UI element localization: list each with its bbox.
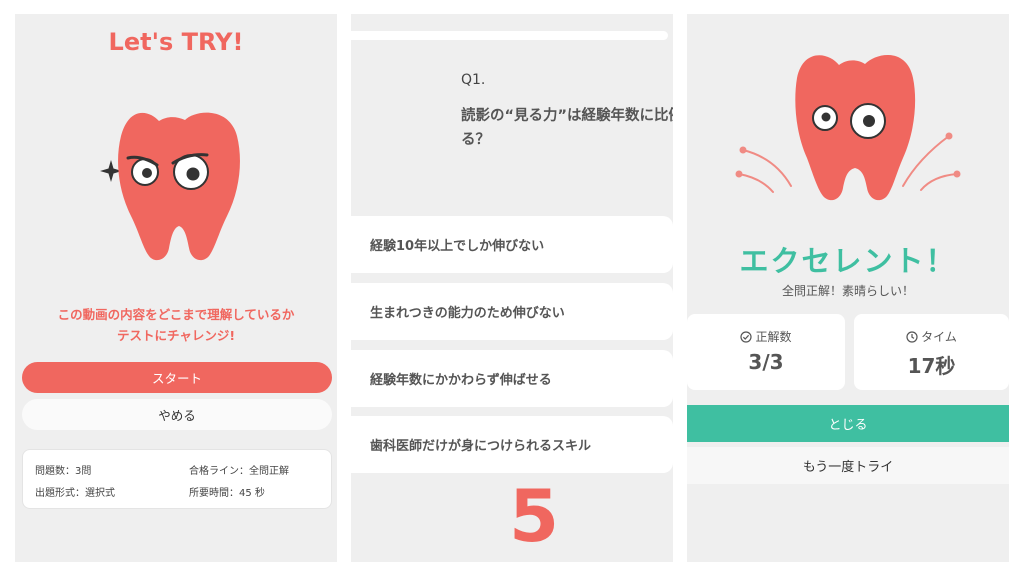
- format-text: 出題形式：選択式: [35, 488, 115, 499]
- intro-screen: Let's TRY! この動画の内容をどこまで理解しているか テストにチャレンジ…: [15, 14, 337, 562]
- progress-bar: [351, 31, 668, 40]
- result-screen: エクセレント！ 全問正解！素晴らしい！ 正解数 3/3 タイム 17秒 とじる …: [687, 14, 1009, 562]
- surprised-tooth-mascot: [735, 55, 961, 201]
- time-value: 17秒: [907, 354, 956, 378]
- time-card: タイム 17秒: [854, 314, 1009, 390]
- countdown-timer: 5: [508, 474, 560, 558]
- question-number: Q1.: [461, 72, 486, 88]
- choice-option-3[interactable]: 経験年数にかかわらず伸ばせる: [351, 350, 673, 407]
- correct-count-label: 正解数: [755, 330, 792, 344]
- start-button[interactable]: スタート: [22, 362, 332, 393]
- question-count-text: 問題数：3問: [35, 466, 92, 477]
- angry-tooth-mascot: [100, 112, 240, 261]
- left-motion-lines: [738, 149, 792, 193]
- choice-option-4[interactable]: 歯科医師だけが身につけられるスキル: [351, 416, 673, 473]
- question-text: 読影の“見る力”は経験年数に比例する？: [461, 108, 673, 148]
- quiz-screen: Q1. 読影の“見る力”は経験年数に比例する？ 経験10年以上でしか伸びない 生…: [351, 14, 673, 562]
- intro-title: Let's TRY!: [108, 28, 244, 56]
- test-info-card: 問題数：3問 合格ライン：全問正解 出題形式：選択式 所要時間：45 秒: [22, 449, 332, 509]
- intro-message-line2: テストにチャレンジ!: [116, 328, 236, 343]
- time-required-text: 所要時間：45 秒: [189, 488, 265, 499]
- retry-button[interactable]: もう一度トライ: [687, 447, 1009, 484]
- close-button[interactable]: とじる: [687, 405, 1009, 442]
- right-motion-lines: [902, 135, 958, 191]
- check-circle-icon: [740, 330, 753, 343]
- result-subtitle: 全問正解！素晴らしい！: [781, 284, 914, 298]
- choice-option-1[interactable]: 経験10年以上でしか伸びない: [351, 216, 673, 273]
- correct-count-card: 正解数 3/3: [687, 314, 845, 390]
- choice-option-2[interactable]: 生まれつきの能力のため伸びない: [351, 283, 673, 340]
- correct-count-value: 3/3: [748, 350, 784, 374]
- clock-icon: [906, 330, 918, 343]
- intro-message: この動画の内容をどこまで理解しているか テストにチャレンジ!: [15, 304, 337, 346]
- result-title: エクセレント！: [739, 244, 957, 278]
- pass-line-text: 合格ライン：全問正解: [189, 466, 289, 477]
- intro-message-line1: この動画の内容をどこまで理解しているか: [57, 307, 295, 322]
- time-label: タイム: [921, 330, 957, 344]
- quit-button[interactable]: やめる: [22, 399, 332, 430]
